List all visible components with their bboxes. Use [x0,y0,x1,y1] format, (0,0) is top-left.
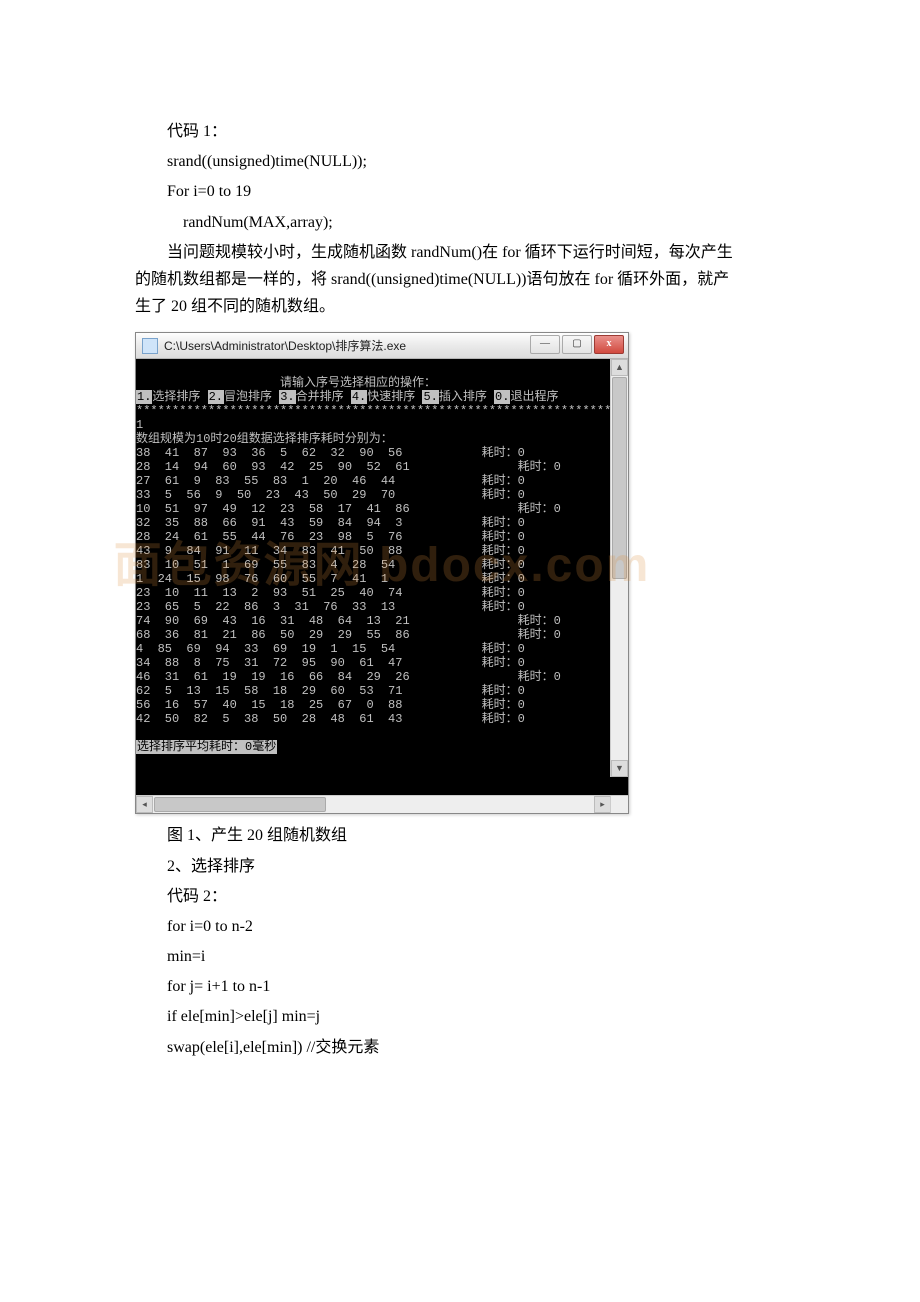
scroll-thumb[interactable] [612,377,627,579]
text-run: 生了 20 组不同的随机数组。 [135,298,335,315]
scroll-up-button[interactable]: ▲ [611,359,628,376]
scroll-corner [610,796,628,813]
console-output: 请输入序号选择相应的操作： 1.选择排序 2.冒泡排序 3.合并排序 4.快速排… [136,359,628,795]
document-page: 代码 1： srand((unsigned)time(NULL)); For i… [0,0,920,1302]
window-titlebar: C:\Users\Administrator\Desktop\排序算法.exe … [136,333,628,359]
scroll-down-button[interactable]: ▼ [611,760,628,777]
code-line: for i=0 to n-2 [135,913,790,940]
figure-caption: 图 1、产生 20 组随机数组 [135,822,790,849]
scroll-thumb-h[interactable] [154,797,326,812]
text-run: 的随机数组都是一样的，将 srand((unsigned)time(NULL))… [135,271,729,288]
close-button[interactable]: х [594,335,624,354]
code-label-1: 代码 1： [135,118,790,145]
code-line: for j= i+1 to n-1 [135,973,790,1000]
code-line: For i=0 to 19 [135,178,790,205]
code-line: randNum(MAX,array); [135,209,790,236]
app-window: C:\Users\Administrator\Desktop\排序算法.exe … [135,332,629,814]
horizontal-scrollbar[interactable]: ◂ ▸ [136,795,628,813]
maximize-button[interactable]: ▢ [562,335,592,354]
code-line: min=i [135,943,790,970]
scroll-right-button[interactable]: ▸ [594,796,611,813]
scroll-left-button[interactable]: ◂ [136,796,153,813]
minimize-button[interactable]: — [530,335,560,354]
text-run: 当问题规模较小时，生成随机函数 randNum()在 for 循环下运行时间短，… [167,244,733,261]
app-icon [142,338,158,354]
code-label-2: 代码 2： [135,883,790,910]
window-controls: — ▢ х [530,335,624,354]
code-line: if ele[min]>ele[j] min=j [135,1003,790,1030]
section-heading: 2、选择排序 [135,853,790,880]
console-body: 请输入序号选择相应的操作： 1.选择排序 2.冒泡排序 3.合并排序 4.快速排… [136,359,628,795]
vertical-scrollbar[interactable]: ▲ ▼ [610,359,628,777]
console-screenshot: C:\Users\Administrator\Desktop\排序算法.exe … [135,332,790,814]
code-line: srand((unsigned)time(NULL)); [135,148,790,175]
code-line: swap(ele[i],ele[min]) //交换元素 [135,1034,790,1061]
window-title: C:\Users\Administrator\Desktop\排序算法.exe [164,337,406,354]
body-paragraph: 当问题规模较小时，生成随机函数 randNum()在 for 循环下运行时间短，… [135,239,790,321]
